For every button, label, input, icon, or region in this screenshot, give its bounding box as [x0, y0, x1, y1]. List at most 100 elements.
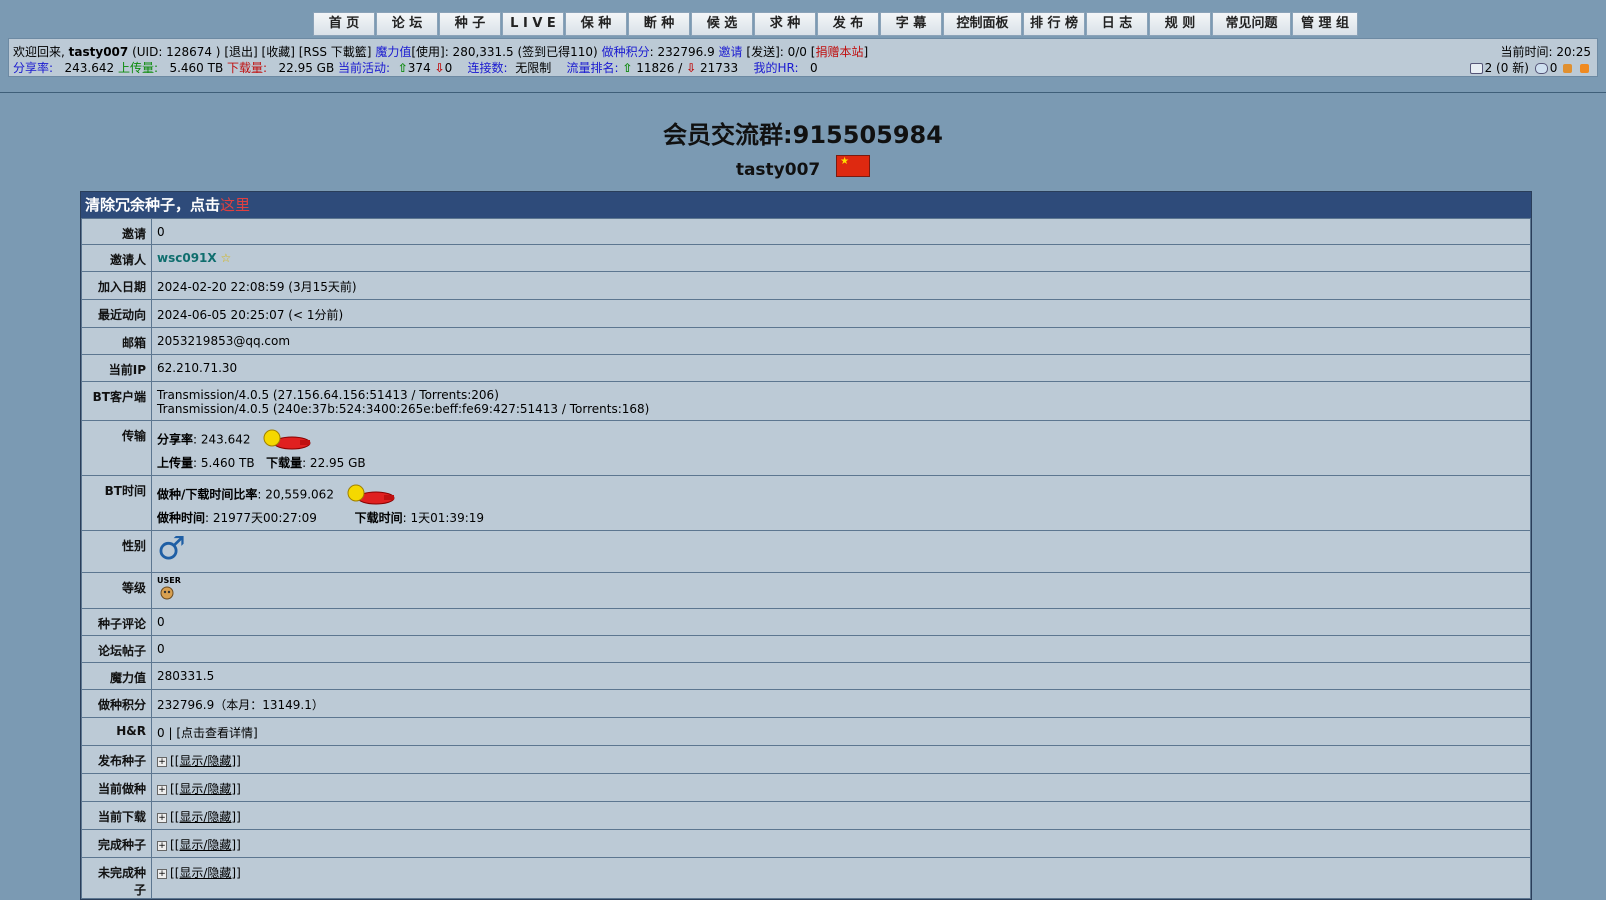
expand-icon[interactable]: + — [157, 812, 167, 823]
uploaded-toggle[interactable]: [[显示/隐藏]] — [170, 754, 241, 768]
inviter-link[interactable]: wsc091X — [157, 251, 217, 265]
invite-send-link[interactable]: [发送] — [746, 45, 779, 59]
seed-points-value: 232796.9（本月：13149.1） — [151, 689, 1531, 718]
rss-icon[interactable] — [1580, 64, 1589, 73]
toggle-cell: + [[显示/隐藏]] — [151, 857, 1531, 899]
nav-item[interactable]: 日 志 — [1086, 12, 1148, 36]
nav-item[interactable]: 管 理 组 — [1292, 12, 1358, 36]
panel-header-text: 清除冗余种子，点击 — [85, 196, 221, 214]
rank-down-icon: ⇩ — [686, 61, 697, 75]
rank-up-icon: ⇧ — [622, 61, 633, 75]
leeching-arrow-icon: ⇩ — [434, 61, 445, 75]
toggle-label[interactable]: [显示/隐藏] — [175, 754, 236, 768]
messages-link[interactable]: 2 (0 新) — [1485, 61, 1529, 75]
row-label: 邮箱 — [81, 327, 152, 355]
invite-value: : 0/0 — [779, 45, 807, 59]
username-link[interactable]: tasty007 — [69, 45, 129, 59]
user-class-icon: USER — [157, 576, 181, 604]
toggle-label[interactable]: [显示/隐藏] — [175, 782, 236, 796]
seeding-toggle[interactable]: [[显示/隐藏]] — [170, 782, 241, 796]
upload-value: : 5.460 TB — [193, 456, 255, 470]
nav-item[interactable]: 候 选 — [691, 12, 753, 36]
my-hr-link[interactable]: 我的HR: — [753, 61, 798, 75]
bonus-link[interactable]: 魔力值 — [375, 45, 411, 59]
row-label: 加入日期 — [81, 271, 152, 300]
nav-item[interactable]: 种 子 — [439, 12, 501, 36]
invite-link[interactable]: 邀请 — [719, 45, 743, 59]
row-label: 最近动向 — [81, 299, 152, 328]
nav-item[interactable]: 常见问题 — [1212, 12, 1291, 36]
nav-item[interactable]: 首 页 — [313, 12, 375, 36]
table-row: BT时间 做种/下载时间比率: 20,559.062 做种时间: 21977天0… — [81, 475, 1531, 531]
toggle-label[interactable]: [显示/隐藏] — [175, 866, 236, 880]
expand-icon[interactable]: + — [157, 840, 167, 851]
bonus-use-link[interactable]: [使用] — [411, 45, 444, 59]
clear-redundant-link[interactable]: 这里 — [220, 196, 250, 214]
download-value: : 22.95 GB — [302, 456, 366, 470]
signin-text: (签到已得110) — [517, 45, 598, 59]
row-label: 传输 — [81, 420, 152, 476]
nav-item[interactable]: 排 行 榜 — [1023, 12, 1085, 36]
rss-link[interactable]: [RSS 下載籃] — [299, 45, 372, 59]
expand-icon[interactable]: + — [157, 756, 167, 767]
row-label: BT时间 — [81, 475, 152, 531]
rank-sep: / — [678, 61, 683, 75]
main-nav: 首 页论 坛种 子L I V E保 种断 种候 选求 种发 布字 幕控制面板排 … — [313, 12, 1359, 36]
ratio-label: 分享率 — [157, 432, 194, 447]
row-label: H&R — [81, 717, 152, 746]
leeching-toggle[interactable]: [[显示/隐藏]] — [170, 810, 241, 824]
friends-count: 0 — [1549, 61, 1558, 75]
table-row: 邀请 0 — [81, 218, 1531, 245]
user-icon[interactable] — [1563, 64, 1573, 73]
friends-icon[interactable] — [1534, 63, 1548, 74]
table-row: 当前做种 + [[显示/隐藏]] — [81, 773, 1531, 802]
download-label: 下载量: — [227, 61, 268, 75]
table-row: 传输 分享率: 243.642 上传量: 5.460 TB 下载量: 22.95… — [81, 420, 1531, 476]
row-label: 完成种子 — [81, 829, 152, 858]
table-row: 论坛帖子 0 — [81, 635, 1531, 663]
comments-value: 0 — [151, 608, 1531, 636]
time-ratio-label: 做种/下载时间比率 — [157, 487, 258, 502]
hr-details-link[interactable]: [点击查看详情] — [176, 726, 257, 740]
class-badge-icon — [160, 586, 174, 600]
toggle-label[interactable]: [显示/隐藏] — [175, 810, 236, 824]
ratio-value: 243.642 — [64, 61, 115, 75]
nav-item[interactable]: 规 则 — [1149, 12, 1211, 36]
mail-icon[interactable] — [1469, 63, 1483, 74]
incomplete-toggle[interactable]: [[显示/隐藏]] — [170, 866, 241, 880]
table-row: 魔力值 280331.5 — [81, 662, 1531, 690]
invite-count: 0 — [151, 218, 1531, 245]
table-row: 加入日期 2024-02-20 22:08:59 (3月15天前) — [81, 271, 1531, 300]
uid-text: (UID: 128674 ) — [132, 45, 221, 59]
nav-item[interactable]: 断 种 — [628, 12, 690, 36]
toggle-cell: + [[显示/隐藏]] — [151, 773, 1531, 802]
row-label: 论坛帖子 — [81, 635, 152, 663]
nav-item[interactable]: L I V E — [502, 12, 564, 36]
donate-link[interactable]: 捐赠本站 — [815, 45, 863, 59]
nav-item[interactable]: 发 布 — [817, 12, 879, 36]
leeching-count: 0 — [444, 61, 453, 75]
profile-panel: 清除冗余种子，点击这里 邀请 0 邀请人 wsc091X ☆ 加入日期 2024… — [80, 191, 1532, 900]
connect-label: 连接数: — [467, 61, 508, 75]
user-heading: tasty007 ★ — [0, 155, 1606, 180]
logout-link[interactable]: [退出] — [224, 45, 257, 59]
favorites-link[interactable]: [收藏] — [262, 45, 295, 59]
expand-icon[interactable]: + — [157, 868, 167, 879]
toggle-label[interactable]: [显示/隐藏] — [175, 838, 236, 852]
table-row: BT客户端 Transmission/4.0.5 (27.156.64.156:… — [81, 381, 1531, 421]
nav-item[interactable]: 控制面板 — [943, 12, 1022, 36]
nav-item[interactable]: 字 幕 — [880, 12, 942, 36]
row-label: 当前IP — [81, 354, 152, 382]
nav-item[interactable]: 论 坛 — [376, 12, 438, 36]
class-cell: USER — [151, 572, 1531, 609]
seed-points-value: : 232796.9 — [649, 45, 715, 59]
completed-toggle[interactable]: [[显示/隐藏]] — [170, 838, 241, 852]
user-info-bar: 欢迎回来, tasty007 (UID: 128674 ) [退出] [收藏] … — [8, 38, 1598, 77]
nav-item[interactable]: 保 种 — [565, 12, 627, 36]
inviter-cell: wsc091X ☆ — [151, 244, 1531, 272]
client-line: Transmission/4.0.5 (27.156.64.156:51413 … — [157, 388, 499, 402]
current-time: 当前时间: 20:25 — [1501, 43, 1591, 60]
nav-item[interactable]: 求 种 — [754, 12, 816, 36]
panel-header: 清除冗余种子，点击这里 — [81, 192, 1531, 218]
expand-icon[interactable]: + — [157, 784, 167, 795]
